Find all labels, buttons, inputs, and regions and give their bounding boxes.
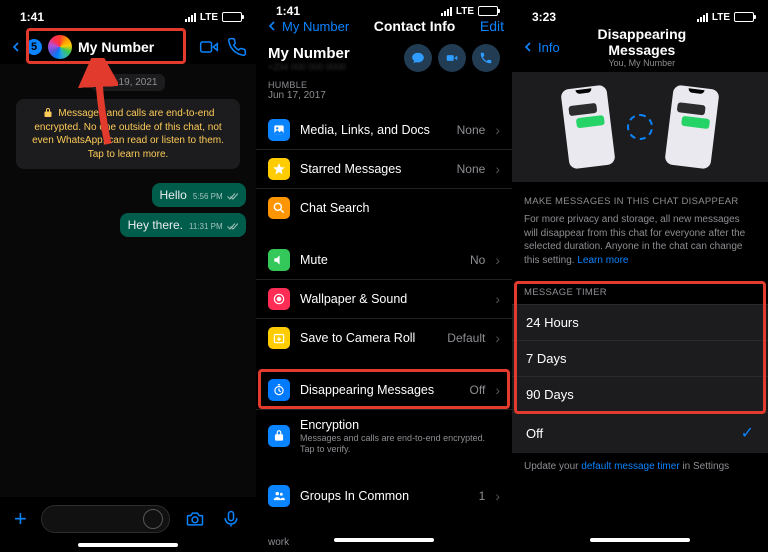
check-icon: ✓	[741, 423, 754, 443]
edit-button[interactable]: Edit	[480, 18, 504, 34]
signal-icon	[697, 13, 708, 22]
info-list: Media, Links, and Docs None› Starred Mes…	[256, 111, 512, 552]
timer-option-off[interactable]: Off✓	[512, 412, 768, 453]
screen-title: Contact Info	[355, 18, 474, 34]
section-caption: MAKE MESSAGES IN THIS CHAT DISAPPEAR	[512, 182, 768, 213]
chat-screen: 1:41 LTE 5 My Number Feb 19, 2021 Messa	[0, 0, 256, 552]
signal-icon	[185, 13, 196, 22]
camera-roll-row[interactable]: Save to Camera Roll Default›	[256, 318, 512, 357]
screen-subtitle: You, My Number	[566, 58, 718, 68]
read-checks-icon	[226, 220, 238, 232]
camera-button[interactable]	[184, 508, 206, 530]
timer-caption: MESSAGE TIMER	[512, 281, 768, 304]
battery-icon	[222, 12, 242, 22]
search-icon	[268, 197, 290, 219]
contact-info-screen: 1:41 LTE My Number Contact Info Edit My …	[256, 0, 512, 552]
call-action-icon[interactable]	[472, 44, 500, 72]
lock-icon	[268, 425, 290, 447]
contact-avatar[interactable]	[48, 35, 72, 59]
home-indicator[interactable]	[590, 538, 690, 542]
video-call-icon[interactable]	[198, 36, 220, 58]
chat-navbar: 5 My Number	[0, 30, 256, 64]
timer-illustration-icon	[627, 114, 653, 140]
date-pill: Feb 19, 2021	[91, 74, 166, 91]
phone-illustration-right	[664, 84, 719, 169]
video-action-icon[interactable]	[438, 44, 466, 72]
phone-illustration-left	[560, 84, 615, 169]
network-label: LTE	[456, 6, 474, 17]
timer-option-7d[interactable]: 7 Days	[512, 340, 768, 376]
message-action-icon[interactable]	[404, 44, 432, 72]
network-label: LTE	[200, 12, 218, 23]
wallpaper-icon	[268, 288, 290, 310]
chat-body[interactable]: Feb 19, 2021 Messages and calls are end-…	[0, 64, 256, 497]
disappearing-row[interactable]: Disappearing Messages Off›	[256, 371, 512, 409]
message-bubble[interactable]: Hello5:56 PM	[152, 183, 247, 207]
sticker-icon[interactable]	[143, 509, 163, 529]
timer-icon	[268, 379, 290, 401]
default-timer-link[interactable]: default message timer	[581, 461, 679, 472]
lock-icon	[42, 107, 54, 119]
timer-option-90d[interactable]: 90 Days	[512, 376, 768, 412]
description: For more privacy and storage, all new me…	[512, 213, 768, 281]
groups-row[interactable]: Groups In Common 1›	[256, 477, 512, 515]
input-bar: +	[0, 497, 256, 539]
media-row[interactable]: Media, Links, and Docs None›	[256, 111, 512, 149]
timer-options: 24 Hours 7 Days 90 Days	[512, 304, 768, 412]
screen-title: Disappearing Messages	[566, 26, 718, 58]
disappearing-screen: 3:23 LTE Info Disappearing Messages You,…	[512, 0, 768, 552]
timer-option-24h[interactable]: 24 Hours	[512, 304, 768, 340]
encryption-notice[interactable]: Messages and calls are end-to-end encryp…	[16, 99, 240, 169]
status-time: 1:41	[276, 4, 300, 18]
encryption-row[interactable]: Encryption Messages and calls are end-to…	[256, 409, 512, 463]
back-button[interactable]: My Number	[264, 18, 349, 34]
attach-button[interactable]: +	[14, 506, 27, 532]
network-label: LTE	[712, 12, 730, 23]
status-time: 1:41	[20, 10, 44, 24]
status-time: 3:23	[532, 10, 556, 24]
media-icon	[268, 119, 290, 141]
home-indicator[interactable]	[334, 538, 434, 542]
about-section: HUMBLE Jun 17, 2017	[256, 80, 512, 111]
status-bar: 1:41 LTE	[256, 0, 512, 18]
learn-more-link[interactable]: Learn more	[577, 255, 628, 266]
search-row[interactable]: Chat Search	[256, 188, 512, 227]
save-icon	[268, 327, 290, 349]
wallpaper-row[interactable]: Wallpaper & Sound›	[256, 279, 512, 318]
signal-icon	[441, 7, 452, 16]
message-input[interactable]	[41, 505, 170, 533]
battery-icon	[478, 6, 498, 16]
message-bubble[interactable]: Hey there.11:31 PM	[120, 213, 246, 237]
illustration	[512, 72, 768, 182]
home-indicator[interactable]	[78, 543, 178, 547]
back-button[interactable]: 5	[8, 39, 42, 55]
voice-call-icon[interactable]	[226, 36, 248, 58]
mic-button[interactable]	[220, 508, 242, 530]
battery-icon	[734, 12, 754, 22]
contact-header: My Number +234 000 000 0000	[256, 34, 512, 80]
contact-phone-blurred: +234 000 000 0000	[268, 62, 398, 72]
groups-icon	[268, 485, 290, 507]
mute-icon	[268, 249, 290, 271]
contact-name: My Number	[268, 45, 398, 62]
star-icon	[268, 158, 290, 180]
chat-title[interactable]: My Number	[78, 39, 192, 55]
starred-row[interactable]: Starred Messages None›	[256, 149, 512, 188]
contact-navbar: My Number Contact Info Edit	[256, 18, 512, 34]
status-bar: 1:41 LTE	[0, 0, 256, 30]
mute-row[interactable]: Mute No›	[256, 241, 512, 279]
footer-note: Update your default message timer in Set…	[512, 453, 768, 480]
read-checks-icon	[226, 190, 238, 202]
back-button[interactable]: Info	[520, 39, 560, 55]
dm-navbar: Info Disappearing Messages You, My Numbe…	[512, 30, 768, 64]
unread-badge: 5	[26, 39, 42, 55]
